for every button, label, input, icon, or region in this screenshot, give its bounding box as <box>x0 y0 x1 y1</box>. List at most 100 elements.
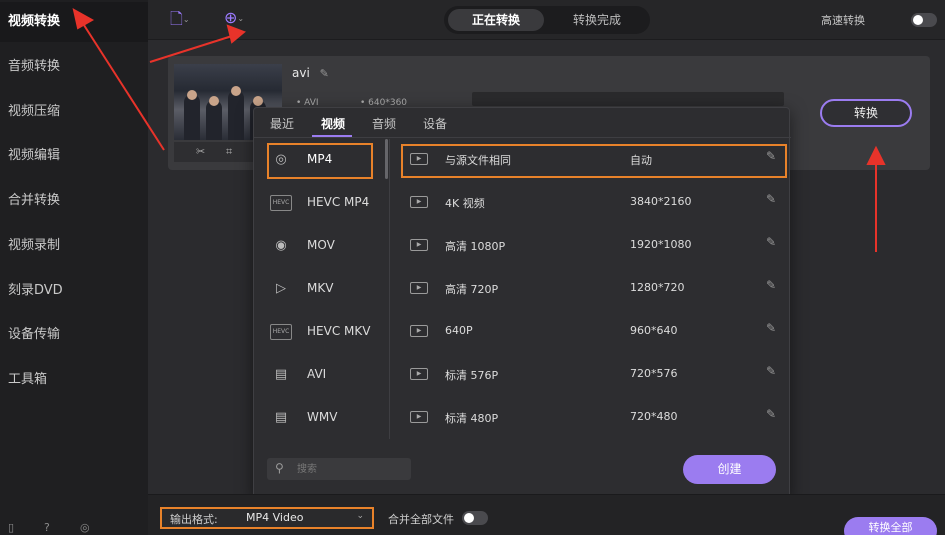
file-name: avi ✎ <box>292 66 329 80</box>
preset-item-576p[interactable]: ▶ 标清 576P 720*576 ✎ <box>392 354 790 397</box>
book-icon[interactable]: ▯ <box>8 521 14 534</box>
edit-icon[interactable]: ✎ <box>766 278 776 292</box>
format-label: MOV <box>307 238 335 252</box>
hevc-icon: HEVC <box>270 324 292 340</box>
preset-name: 640P <box>445 324 473 337</box>
format-tabs: 最近 视频 音频 设备 <box>254 108 791 138</box>
preset-size: 3840*2160 <box>630 195 692 208</box>
format-item-wmv[interactable]: ▤ WMV <box>254 397 390 440</box>
add-disc-icon[interactable]: ⊕⌄ <box>224 8 244 30</box>
video-icon: ▶ <box>410 196 428 208</box>
fast-convert-toggle[interactable] <box>911 13 937 27</box>
format-item-hevc-mkv[interactable]: HEVC HEVC MKV <box>254 311 390 354</box>
format-item-mov[interactable]: ◉ MOV <box>254 225 390 268</box>
create-button[interactable]: 创建 <box>683 455 776 484</box>
format-label: WMV <box>307 410 338 424</box>
output-format-select[interactable]: 输出格式: MP4 Video ⌄ <box>160 507 374 529</box>
sidebar: 视频转换 音频转换 视频压缩 视频编辑 合并转换 视频录制 刻录DVD 设备传输… <box>0 0 148 535</box>
sidebar-item-video-convert[interactable]: 视频转换 <box>0 2 148 42</box>
format-label: MKV <box>307 281 334 295</box>
convert-button[interactable]: 转换 <box>820 99 912 127</box>
mov-icon: ◉ <box>275 238 287 253</box>
video-icon: ▶ <box>410 282 428 294</box>
bottombar: 输出格式: MP4 Video ⌄ 合并全部文件 转换全部 <box>148 494 945 535</box>
tab-audio[interactable]: 音频 <box>372 115 396 132</box>
sidebar-item-label: 设备传输 <box>8 327 61 342</box>
preset-size: 1920*1080 <box>630 238 692 251</box>
sidebar-item-video-compress[interactable]: 视频压缩 <box>0 92 148 132</box>
preset-item-1080p[interactable]: ▶ 高清 1080P 1920*1080 ✎ <box>392 225 790 268</box>
preset-size: 720*576 <box>630 367 678 380</box>
add-file-icon[interactable]: 🗋⌄ <box>170 8 190 30</box>
sidebar-item-toolbox[interactable]: 工具箱 <box>0 360 148 400</box>
video-icon: ▶ <box>410 325 428 337</box>
tab-converted[interactable]: 转换完成 <box>548 9 646 31</box>
chevron-down-icon: ⌄ <box>182 15 190 24</box>
edit-icon[interactable]: ✎ <box>766 321 776 335</box>
user-icon[interactable]: ◎ <box>80 521 90 534</box>
sidebar-item-audio-convert[interactable]: 音频转换 <box>0 47 148 87</box>
format-label: HEVC MP4 <box>307 195 370 209</box>
merge-all-toggle[interactable] <box>462 511 488 525</box>
preset-item-4k[interactable]: ▶ 4K 视频 3840*2160 ✎ <box>392 182 790 225</box>
selected-preset-highlight <box>401 144 787 178</box>
preset-name: 标清 576P <box>445 369 499 382</box>
sidebar-item-record[interactable]: 视频录制 <box>0 226 148 266</box>
preset-item-640p[interactable]: ▶ 640P 960*640 ✎ <box>392 311 790 354</box>
sidebar-item-merge[interactable]: 合并转换 <box>0 181 148 221</box>
hevc-icon: HEVC <box>270 195 292 211</box>
video-icon: ▶ <box>410 368 428 380</box>
sidebar-item-device-transfer[interactable]: 设备传输 <box>0 315 148 355</box>
rename-icon[interactable]: ✎ <box>320 67 329 80</box>
edit-icon[interactable]: ✎ <box>766 192 776 206</box>
sidebar-item-label: 视频编辑 <box>8 148 61 163</box>
crop-icon[interactable]: ⌗ <box>226 145 232 159</box>
preset-size: 1280*720 <box>630 281 685 294</box>
sidebar-item-label: 合并转换 <box>8 193 61 208</box>
sidebar-item-label: 视频录制 <box>8 238 61 253</box>
mkv-icon: ▷ <box>276 281 286 296</box>
preset-item-480p[interactable]: ▶ 标清 480P 720*480 ✎ <box>392 397 790 440</box>
trim-icon[interactable]: ✂ <box>196 145 205 158</box>
edit-icon[interactable]: ✎ <box>766 235 776 249</box>
preset-list: ▶ 与源文件相同 自动 ✎ ▶ 4K 视频 3840*2160 ✎ ▶ 高清 1… <box>392 139 790 439</box>
preset-item-720p[interactable]: ▶ 高清 720P 1280*720 ✎ <box>392 268 790 311</box>
preset-name: 标清 480P <box>445 412 499 425</box>
active-tab-underline <box>312 135 352 137</box>
convert-status-tabs: 正在转换 转换完成 <box>444 6 650 34</box>
preset-size: 960*640 <box>630 324 678 337</box>
app-window: 视频转换 音频转换 视频压缩 视频编辑 合并转换 视频录制 刻录DVD 设备传输… <box>0 0 945 535</box>
sidebar-item-label: 视频转换 <box>8 14 61 29</box>
preset-size: 720*480 <box>630 410 678 423</box>
sidebar-item-label: 刻录DVD <box>8 283 63 298</box>
fast-convert-label: 高速转换 <box>821 14 865 27</box>
tab-video[interactable]: 视频 <box>321 115 345 132</box>
video-icon: ▶ <box>410 411 428 423</box>
format-item-mkv[interactable]: ▷ MKV <box>254 268 390 311</box>
help-icon[interactable]: ? <box>44 521 50 534</box>
tab-device[interactable]: 设备 <box>423 115 447 132</box>
sidebar-item-label: 音频转换 <box>8 59 61 74</box>
sidebar-item-video-edit[interactable]: 视频编辑 <box>0 136 148 176</box>
selected-format-highlight <box>267 143 373 179</box>
format-item-avi[interactable]: ▤ AVI <box>254 354 390 397</box>
sidebar-item-label: 视频压缩 <box>8 104 61 119</box>
tab-converting[interactable]: 正在转换 <box>448 9 544 31</box>
sidebar-footer: ▯ ? ◎ <box>0 521 148 535</box>
target-format-bar[interactable] <box>472 92 784 106</box>
output-format-value: MP4 Video <box>246 511 304 524</box>
format-popup: 最近 视频 音频 设备 ◎ MP4 HEVC HEVC MP4 ◉ MOV ▷ … <box>253 107 791 498</box>
edit-icon[interactable]: ✎ <box>766 407 776 421</box>
merge-all-label: 合并全部文件 <box>388 513 454 526</box>
format-item-hevc-mp4[interactable]: HEVC HEVC MP4 <box>254 182 390 225</box>
search-icon: ⚲ <box>275 461 284 475</box>
format-list-scrollbar[interactable] <box>385 139 388 179</box>
convert-all-button[interactable]: 转换全部 <box>844 517 937 535</box>
tab-recent[interactable]: 最近 <box>270 115 294 132</box>
format-list: ◎ MP4 HEVC HEVC MP4 ◉ MOV ▷ MKV HEVC HEV… <box>254 139 390 439</box>
search-input[interactable] <box>297 461 407 477</box>
edit-icon[interactable]: ✎ <box>766 364 776 378</box>
sidebar-item-burn-dvd[interactable]: 刻录DVD <box>0 271 148 311</box>
format-search: ⚲ <box>267 458 411 480</box>
preset-name: 4K 视频 <box>445 197 485 210</box>
